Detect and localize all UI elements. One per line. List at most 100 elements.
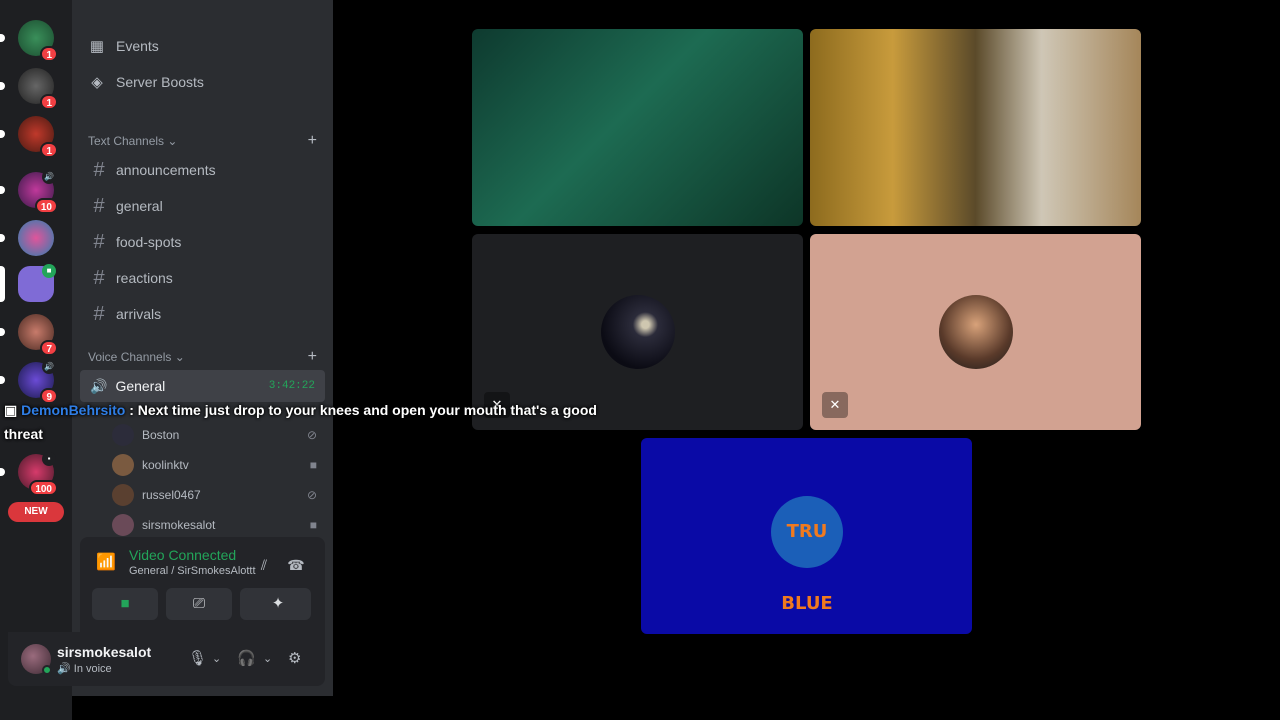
server-icon[interactable] <box>0 220 54 256</box>
mention-badge: 1 <box>40 46 58 62</box>
gear-icon[interactable]: ⚙ <box>288 649 301 669</box>
user-status: 🔊 In voice <box>57 662 112 675</box>
voice-user-name: russel0467 <box>142 488 201 502</box>
add-channel-icon[interactable]: + <box>308 348 317 366</box>
channel-label: arrivals <box>116 306 162 322</box>
signal-icon[interactable]: 📶 <box>92 549 120 577</box>
voice-channels-category[interactable]: Voice Channels ⌄ + <box>88 348 317 366</box>
mention-badge: 10 <box>34 198 58 214</box>
server-icon[interactable]: 7 <box>0 314 58 356</box>
channel-label: reactions <box>116 270 173 286</box>
video-off-icon: ⊘ <box>306 488 317 502</box>
avatar <box>600 295 675 369</box>
user-status-label: In voice <box>73 663 112 675</box>
voice-user-name: sirsmokesalot <box>142 518 216 532</box>
speaker-icon: 🔊 <box>42 360 56 374</box>
category-label: Text Channels <box>88 134 165 148</box>
unread-pip <box>0 82 5 90</box>
channel-general[interactable]: # general <box>80 190 325 222</box>
channel-food-spots[interactable]: # food-spots <box>80 226 325 258</box>
hash-icon: # <box>93 230 105 253</box>
chevron-down-icon: ⌄ <box>167 134 178 148</box>
server-icon[interactable]: 1 <box>0 20 58 62</box>
hash-icon: # <box>93 302 105 325</box>
screen-icon: ▪ <box>42 452 56 466</box>
user-panel: sirsmokesalot 🔊 In voice 🎙 ⌄ 🎧 ⌄ ⚙ <box>8 632 325 686</box>
status-dot <box>42 665 52 675</box>
mention-badge: 1 <box>40 94 58 110</box>
server-icon[interactable]: 1 <box>0 68 58 110</box>
voice-user[interactable]: sirsmokesalot ■ <box>112 512 317 538</box>
camera-icon: ■ <box>309 518 317 532</box>
speaker-icon: 🔊 <box>90 377 108 394</box>
server-icon[interactable]: 1 <box>0 116 58 158</box>
headphones-icon[interactable]: 🎧 <box>237 649 256 669</box>
user-name[interactable]: sirsmokesalot <box>57 644 151 660</box>
camera-icon: ■ <box>309 458 317 472</box>
disconnect-icon[interactable]: ☎ <box>286 555 306 575</box>
server-icon-active[interactable]: ■ <box>0 264 56 302</box>
discord-window: 1 1 1 🔊 10 ■ 7 🔊 9 ▪ 100 NEW ▦ Events ◈ Serve… <box>0 0 1280 720</box>
unread-pip <box>0 328 5 336</box>
mention-badge: 7 <box>40 340 58 356</box>
unread-pip <box>0 34 5 42</box>
mute-icon: ✕ <box>822 392 848 418</box>
channel-arrivals[interactable]: # arrivals <box>80 298 325 330</box>
channel-label: food-spots <box>116 234 182 250</box>
calendar-icon: ▦ <box>89 38 105 55</box>
speaker-icon: 🔊 <box>42 170 56 184</box>
chevron-down-icon[interactable]: ⌄ <box>212 649 221 669</box>
hash-icon: # <box>93 158 105 181</box>
connection-status: Video Connected <box>129 547 237 563</box>
soundboard-button[interactable]: ✦ <box>245 588 311 620</box>
new-servers-pill[interactable]: NEW <box>8 502 64 522</box>
chat-overlay: ▣ DemonBehrsito : Next time just drop to… <box>4 398 624 446</box>
text-channels-category[interactable]: Text Channels ⌄ + <box>88 132 317 150</box>
screen-share-button[interactable]: ⎚ <box>166 588 232 620</box>
avatar <box>112 484 134 506</box>
chat-avatar-icon: ▣ <box>4 402 18 418</box>
camera-button[interactable]: ■ <box>92 588 158 620</box>
events-label: Events <box>116 38 159 54</box>
avatar <box>112 514 134 536</box>
hash-icon: # <box>93 266 105 289</box>
add-channel-icon[interactable]: + <box>308 132 317 150</box>
video-tile[interactable]: TRU BLUE <box>641 438 972 634</box>
camera-icon: ■ <box>120 595 130 612</box>
mention-badge: 100 <box>29 480 58 496</box>
channel-label: announcements <box>116 162 216 178</box>
events-link[interactable]: ▦ Events <box>88 34 159 58</box>
avatar <box>112 454 134 476</box>
unread-pip <box>0 376 5 384</box>
noise-suppression-icon[interactable]: ⫽ <box>254 555 274 575</box>
video-tile[interactable]: ✕ <box>810 234 1141 430</box>
server-icon[interactable]: ▪ 100 <box>0 452 58 496</box>
unread-pip <box>0 468 5 476</box>
server-boosts-link[interactable]: ◈ Server Boosts <box>88 70 204 94</box>
video-tile[interactable] <box>810 29 1141 226</box>
voice-user-name: koolinktv <box>142 458 189 472</box>
video-tile[interactable] <box>472 29 803 226</box>
voice-user[interactable]: russel0467 ⊘ <box>112 482 317 508</box>
connection-location[interactable]: General / SirSmokesAlottt <box>129 565 256 577</box>
screen-share-icon: ⎚ <box>192 595 205 612</box>
boost-icon: ◈ <box>91 74 103 91</box>
channel-reactions[interactable]: # reactions <box>80 262 325 294</box>
unread-pip <box>0 130 5 138</box>
channel-announcements[interactable]: # announcements <box>80 154 325 186</box>
chat-author: DemonBehrsito <box>21 402 126 418</box>
voice-user[interactable]: koolinktv ■ <box>112 452 317 478</box>
chevron-down-icon: ⌄ <box>174 350 185 364</box>
server-icon[interactable]: 🔊 9 <box>0 360 58 404</box>
soundboard-icon: ✦ <box>271 595 285 612</box>
server-boosts-label: Server Boosts <box>116 74 204 90</box>
avatar <box>938 295 1013 369</box>
mention-badge: 1 <box>40 142 58 158</box>
server-icon[interactable]: 🔊 10 <box>0 170 58 214</box>
unread-pip <box>0 234 5 242</box>
microphone-icon[interactable]: 🎙 <box>188 649 207 669</box>
tru-blue-logo: TRU BLUE <box>771 496 843 614</box>
chevron-down-icon[interactable]: ⌄ <box>263 649 272 669</box>
unread-pip <box>0 186 5 194</box>
category-label: Voice Channels <box>88 350 172 364</box>
